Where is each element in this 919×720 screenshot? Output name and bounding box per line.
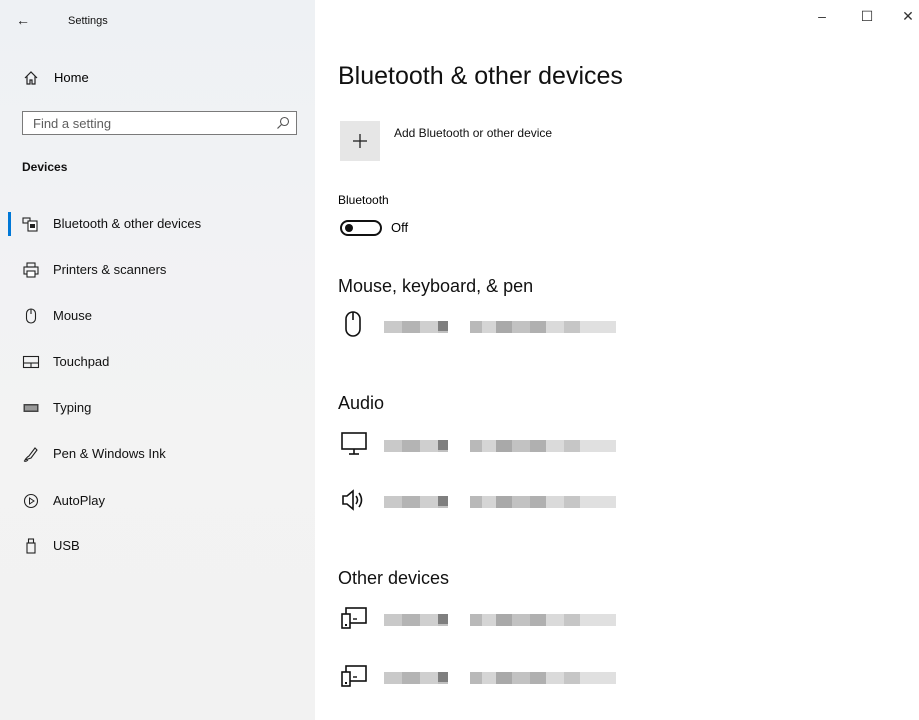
sidebar-item-label: Mouse [53,308,93,323]
app-title: Settings [68,15,108,27]
device-item[interactable] [340,430,630,458]
sidebar-item-usb[interactable]: USB [0,530,315,562]
speaker-icon [342,489,363,511]
mouse-icon [25,308,37,324]
sidebar-item-label: Bluetooth & other devices [53,216,202,231]
sidebar-item-label: Pen & Windows Ink [53,446,166,461]
plus-icon [353,134,367,148]
sidebar-item-touchpad[interactable]: Touchpad [0,346,315,378]
bluetooth-toggle[interactable] [340,220,382,236]
minimize-button[interactable]: – [807,8,837,32]
bluetooth-devices-icon [22,217,38,232]
back-arrow-icon[interactable]: ← [16,12,30,28]
page-title: Bluetooth & other devices [338,62,623,90]
pen-icon [23,447,38,462]
sidebar-item-label: AutoPlay [53,493,106,508]
search-input[interactable] [31,115,275,132]
bluetooth-state: Off [391,220,409,235]
redacted-device-name [384,672,616,684]
nav-home-label: Home [54,70,89,85]
device-item[interactable] [340,604,630,632]
add-device-button[interactable] [340,121,380,161]
sidebar-item-label: Typing [53,400,92,415]
usb-icon [26,538,36,554]
add-device-label[interactable]: Add Bluetooth or other device [394,126,552,140]
touchpad-icon [22,355,40,369]
main-content: – ☐ ✕ Bluetooth & other devices Add Blue… [315,0,919,720]
monitor-icon [341,432,367,455]
group-heading-audio: Audio [338,393,385,413]
sidebar-item-autoplay[interactable]: AutoPlay [0,485,315,517]
toggle-knob [345,224,353,232]
generic-device-icon [341,607,367,629]
sidebar: ← Settings Home Devices Bluetooth & othe… [0,0,315,720]
sidebar-item-label: USB [53,538,80,553]
sidebar-item-typing[interactable]: Typing [0,392,315,424]
sidebar-item-mouse[interactable]: Mouse [0,300,315,332]
mouse-icon [345,311,361,337]
redacted-device-name [384,321,616,333]
redacted-device-name [384,496,616,508]
group-heading-input: Mouse, keyboard, & pen [338,276,534,296]
sidebar-item-label: Printers & scanners [53,262,167,277]
device-item[interactable] [340,662,630,690]
nav-home[interactable]: Home [0,64,315,92]
sidebar-item-pen[interactable]: Pen & Windows Ink [0,438,315,470]
sidebar-item-label: Touchpad [53,354,110,369]
group-heading-other: Other devices [338,568,450,588]
bluetooth-label: Bluetooth [338,193,389,207]
sidebar-item-bluetooth[interactable]: Bluetooth & other devices [0,208,315,240]
maximize-button[interactable]: ☐ [852,8,882,32]
sidebar-item-printers[interactable]: Printers & scanners [0,254,315,286]
search-box[interactable] [22,111,297,135]
generic-device-icon [341,665,367,687]
redacted-device-name [384,440,616,452]
autoplay-icon [23,493,39,509]
search-icon [277,116,290,129]
close-button[interactable]: ✕ [893,8,919,32]
redacted-device-name [384,614,616,626]
home-icon [24,71,38,85]
device-item[interactable] [340,311,630,339]
device-item[interactable] [340,486,630,514]
keyboard-icon [23,404,39,412]
section-heading: Devices [22,160,68,174]
printer-icon [23,262,39,278]
